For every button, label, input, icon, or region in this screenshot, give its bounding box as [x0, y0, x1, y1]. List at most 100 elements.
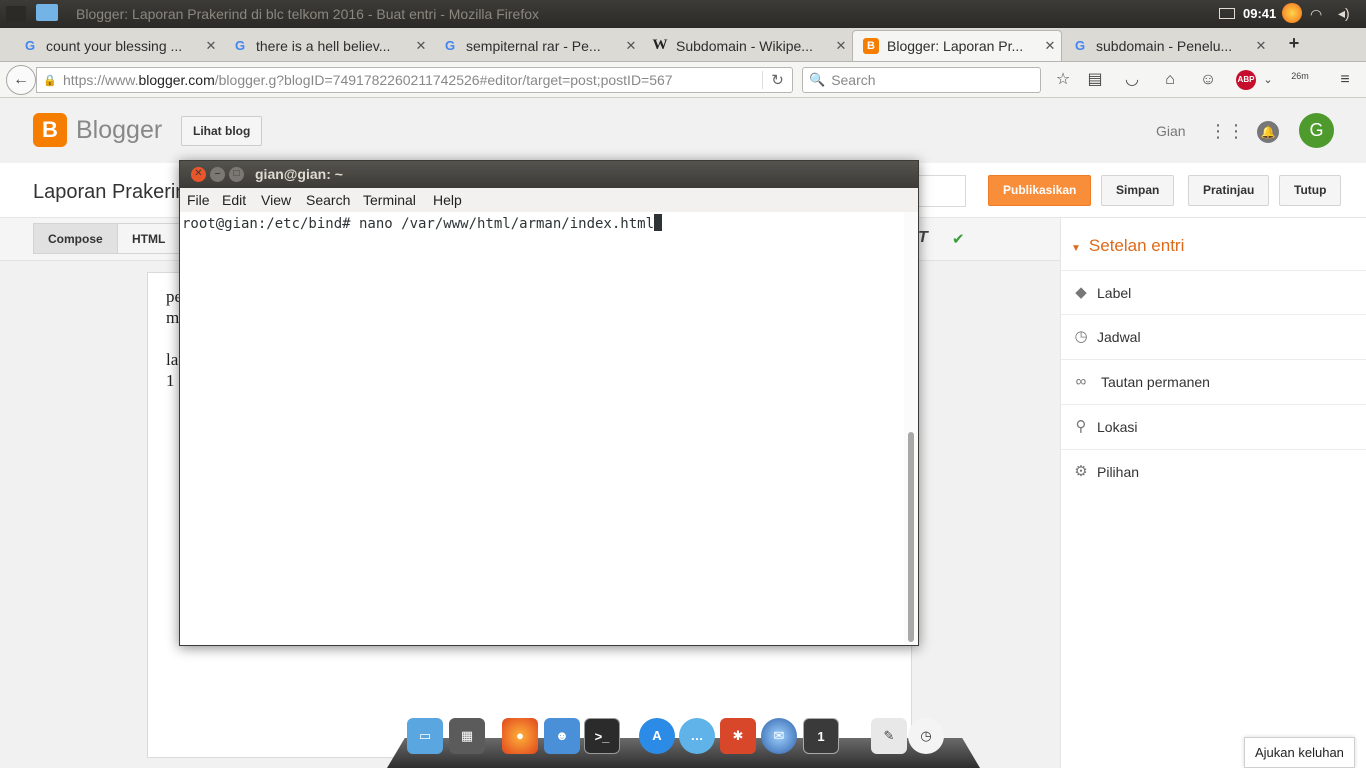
text-editor-icon[interactable]: ✎	[871, 718, 907, 754]
mail-indicator-icon[interactable]	[1219, 8, 1235, 19]
reading-list-icon[interactable]: ▤	[1085, 70, 1105, 90]
terminal-menu-bar: File Edit View Search Terminal Help	[180, 188, 918, 212]
url-bar[interactable]: 🔒 https://www.blogger.com/blogger.g?blog…	[36, 67, 793, 93]
messages-icon[interactable]: …	[679, 718, 715, 754]
url-text[interactable]: https://www.blogger.com/blogger.g?blogID…	[63, 72, 762, 88]
spellcheck-icon[interactable]: ✔	[952, 230, 965, 248]
sidebar-item-location[interactable]: ⚲ Lokasi	[1061, 405, 1366, 450]
sidebar-item-label[interactable]: ◆ Label	[1061, 270, 1366, 315]
home-icon[interactable]: ⌂	[1160, 70, 1180, 90]
sidebar-item-options[interactable]: ⚙ Pilihan	[1061, 450, 1366, 495]
terminal-scrollbar[interactable]	[904, 212, 918, 645]
terminal-output[interactable]: root@gian:/etc/bind# nano /var/www/html/…	[180, 212, 904, 645]
close-tab-icon[interactable]: ✕	[830, 38, 852, 54]
menu-file[interactable]: File	[187, 192, 210, 208]
window-controls-icon[interactable]	[6, 6, 26, 22]
tab-hell-believer[interactable]: G there is a hell believ... ✕	[222, 30, 432, 61]
avatar[interactable]: G	[1299, 113, 1334, 148]
pocket-icon[interactable]: ◡	[1122, 70, 1142, 90]
minimize-window-icon[interactable]: –	[210, 167, 225, 182]
tab-bar: G count your blessing ... ✕ G there is a…	[0, 28, 1366, 62]
tab-label: sempiternal rar - Pe...	[466, 37, 601, 54]
clock-icon: ◷	[1074, 328, 1088, 345]
terminal-prompt-line: root@gian:/etc/bind# nano /var/www/html/…	[182, 216, 655, 232]
sidebar-item-schedule[interactable]: ◷ Jadwal	[1061, 315, 1366, 360]
close-button[interactable]: Tutup	[1279, 175, 1342, 206]
tab-subdomain-wikipedia[interactable]: W Subdomain - Wikipe... ✕	[642, 30, 852, 61]
window-title: Blogger: Laporan Prakerind di blc telkom…	[76, 6, 539, 22]
firefox-icon[interactable]: ●	[502, 718, 538, 754]
finder-icon[interactable]: ☻	[544, 718, 580, 754]
blogger-logo-icon[interactable]: B	[33, 113, 67, 147]
terminal-window[interactable]: ✕ – □ gian@gian: ~ File Edit View Search…	[179, 160, 919, 646]
view-blog-button[interactable]: Lihat blog	[181, 116, 263, 146]
close-tab-icon[interactable]: ✕	[1250, 38, 1272, 54]
reload-icon[interactable]: ↻	[762, 71, 792, 89]
search-icon: 🔍	[809, 72, 826, 87]
menu-help[interactable]: Help	[433, 192, 462, 208]
publish-button[interactable]: Publikasikan	[988, 175, 1092, 206]
back-button[interactable]: ←	[6, 65, 36, 95]
sidebar-item-text: Pilihan	[1097, 464, 1140, 480]
google-favicon-icon: G	[234, 38, 246, 53]
terminal-icon[interactable]: >_	[584, 718, 620, 754]
post-settings-header[interactable]: ▼ Setelan entri	[1071, 236, 1184, 256]
volume-icon[interactable]: ◂)	[1338, 5, 1350, 22]
app-icon[interactable]: ✱	[720, 718, 756, 754]
close-tab-icon[interactable]: ✕	[620, 38, 642, 54]
os-top-panel: Blogger: Laporan Prakerind di blc telkom…	[0, 0, 1366, 28]
apps-grid-icon[interactable]: ⋮⋮	[1209, 122, 1245, 140]
timer-badge[interactable]: 26m	[1287, 70, 1313, 90]
close-window-icon[interactable]: ✕	[191, 167, 206, 182]
thunderbird-icon[interactable]: ✉	[761, 718, 797, 754]
preview-button[interactable]: Pratinjau	[1188, 175, 1270, 206]
clock[interactable]: 09:41	[1243, 6, 1276, 21]
menu-terminal[interactable]: Terminal	[363, 192, 416, 208]
blogger-brand[interactable]: Blogger	[76, 116, 162, 145]
google-favicon-icon: G	[1074, 38, 1086, 53]
chevron-down-icon[interactable]: ⌄	[1258, 70, 1278, 90]
sidebar-item-text: Lokasi	[1097, 419, 1138, 435]
sidebar-item-text: Jadwal	[1097, 329, 1141, 345]
app-store-icon[interactable]: A	[639, 718, 675, 754]
terminal-title-bar[interactable]: ✕ – □ gian@gian: ~	[180, 161, 918, 188]
menu-icon[interactable]: ≡	[1335, 70, 1355, 90]
feedback-button[interactable]: Ajukan keluhan	[1244, 737, 1355, 768]
close-tab-icon[interactable]: ✕	[1039, 38, 1061, 54]
new-tab-icon[interactable]: +	[1284, 33, 1304, 54]
files-icon[interactable]: ▭	[407, 718, 443, 754]
dock: ▭ ▦ ● ☻ >_ A … ✱ ✉ 1 ✎ ◷	[387, 714, 980, 768]
menu-view[interactable]: View	[261, 192, 291, 208]
scrollbar-thumb[interactable]	[908, 432, 914, 642]
menu-search[interactable]: Search	[306, 192, 350, 208]
tab-subdomain-search[interactable]: G subdomain - Penelu... ✕	[1062, 30, 1272, 61]
notification-indicator-icon[interactable]	[1282, 3, 1302, 23]
blogger-favicon-icon: B	[863, 38, 879, 54]
menu-edit[interactable]: Edit	[222, 192, 246, 208]
html-mode-button[interactable]: HTML	[117, 223, 181, 254]
clock-app-icon[interactable]: ◷	[908, 718, 944, 754]
chat-icon[interactable]: ☺	[1198, 70, 1218, 90]
save-button[interactable]: Simpan	[1101, 175, 1175, 206]
user-name[interactable]: Gian	[1156, 123, 1186, 139]
bookmark-star-icon[interactable]: ☆	[1053, 70, 1073, 90]
sidebar-item-permalink[interactable]: ∞ Tautan permanen	[1061, 360, 1366, 405]
workspaces-icon[interactable]: ▦	[449, 718, 485, 754]
tab-count-your-blessing[interactable]: G count your blessing ... ✕	[12, 30, 222, 61]
close-tab-icon[interactable]: ✕	[410, 38, 432, 54]
bell-icon[interactable]: 🔔	[1257, 121, 1279, 143]
folder-icon	[36, 4, 58, 21]
compose-mode-button[interactable]: Compose	[33, 223, 118, 254]
triangle-down-icon: ▼	[1071, 243, 1081, 254]
search-input[interactable]: 🔍 Search	[802, 67, 1041, 93]
close-tab-icon[interactable]: ✕	[200, 38, 222, 54]
maximize-window-icon[interactable]: □	[229, 167, 244, 182]
tab-blogger[interactable]: B Blogger: Laporan Pr... ✕	[852, 30, 1062, 61]
terminal-active-icon[interactable]: 1	[803, 718, 839, 754]
clear-formatting-icon[interactable]: T	[918, 229, 928, 247]
wifi-icon[interactable]: ◠	[1310, 6, 1322, 23]
adblock-icon[interactable]: ABP	[1236, 70, 1256, 90]
tab-sempiternal[interactable]: G sempiternal rar - Pe... ✕	[432, 30, 642, 61]
lock-icon[interactable]: 🔒	[37, 74, 63, 87]
tab-label: Blogger: Laporan Pr...	[887, 38, 1024, 54]
